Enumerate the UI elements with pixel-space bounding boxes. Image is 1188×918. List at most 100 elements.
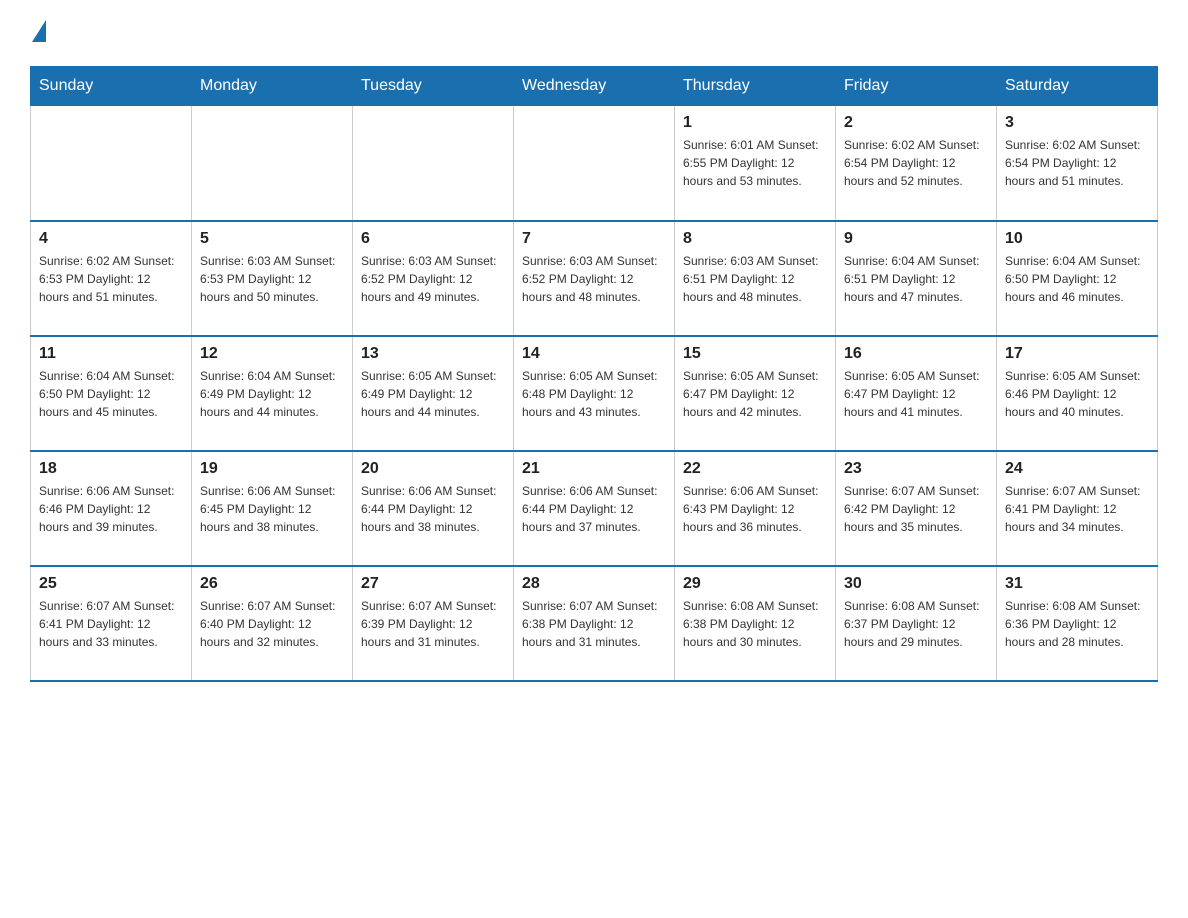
calendar-cell: 1Sunrise: 6:01 AM Sunset: 6:55 PM Daylig… <box>675 106 836 221</box>
calendar-table: SundayMondayTuesdayWednesdayThursdayFrid… <box>30 66 1158 682</box>
day-number: 17 <box>1005 345 1149 363</box>
day-info: Sunrise: 6:08 AM Sunset: 6:38 PM Dayligh… <box>683 597 827 651</box>
day-number: 31 <box>1005 575 1149 593</box>
day-number: 5 <box>200 230 344 248</box>
day-number: 7 <box>522 230 666 248</box>
calendar-cell <box>353 106 514 221</box>
day-info: Sunrise: 6:02 AM Sunset: 6:54 PM Dayligh… <box>1005 136 1149 190</box>
day-number: 28 <box>522 575 666 593</box>
day-info: Sunrise: 6:07 AM Sunset: 6:39 PM Dayligh… <box>361 597 505 651</box>
day-number: 10 <box>1005 230 1149 248</box>
header-day-monday: Monday <box>192 67 353 106</box>
day-info: Sunrise: 6:07 AM Sunset: 6:42 PM Dayligh… <box>844 482 988 536</box>
day-info: Sunrise: 6:06 AM Sunset: 6:44 PM Dayligh… <box>522 482 666 536</box>
day-info: Sunrise: 6:06 AM Sunset: 6:43 PM Dayligh… <box>683 482 827 536</box>
header-day-sunday: Sunday <box>31 67 192 106</box>
calendar-cell: 31 Sunrise: 6:08 AM Sunset: 6:36 PM Dayli… <box>997 566 1158 681</box>
day-number: 3 <box>1005 114 1149 132</box>
day-info: Sunrise: 6:04 AM Sunset: 6:50 PM Dayligh… <box>1005 252 1149 306</box>
header-day-thursday: Thursday <box>675 67 836 106</box>
calendar-cell: 9 Sunrise: 6:04 AM Sunset: 6:51 PM Daylig… <box>836 221 997 336</box>
day-number: 15 <box>683 345 827 363</box>
day-info: Sunrise: 6:02 AM Sunset: 6:54 PM Dayligh… <box>844 136 988 190</box>
calendar-body: 1Sunrise: 6:01 AM Sunset: 6:55 PM Daylig… <box>31 106 1158 681</box>
calendar-cell: 23 Sunrise: 6:07 AM Sunset: 6:42 PM Dayli… <box>836 451 997 566</box>
day-info: Sunrise: 6:07 AM Sunset: 6:41 PM Dayligh… <box>39 597 183 651</box>
day-number: 11 <box>39 345 183 363</box>
day-number: 14 <box>522 345 666 363</box>
week-row-5: 25 Sunrise: 6:07 AM Sunset: 6:41 PM Dayli… <box>31 566 1158 681</box>
calendar-cell: 2 Sunrise: 6:02 AM Sunset: 6:54 PM Daylig… <box>836 106 997 221</box>
day-info: Sunrise: 6:04 AM Sunset: 6:49 PM Dayligh… <box>200 367 344 421</box>
day-info: Sunrise: 6:07 AM Sunset: 6:40 PM Dayligh… <box>200 597 344 651</box>
day-info: Sunrise: 6:05 AM Sunset: 6:46 PM Dayligh… <box>1005 367 1149 421</box>
day-info: Sunrise: 6:08 AM Sunset: 6:37 PM Dayligh… <box>844 597 988 651</box>
header-day-tuesday: Tuesday <box>353 67 514 106</box>
calendar-cell: 4Sunrise: 6:02 AM Sunset: 6:53 PM Daylig… <box>31 221 192 336</box>
day-info: Sunrise: 6:03 AM Sunset: 6:51 PM Dayligh… <box>683 252 827 306</box>
day-number: 29 <box>683 575 827 593</box>
day-info: Sunrise: 6:06 AM Sunset: 6:46 PM Dayligh… <box>39 482 183 536</box>
day-info: Sunrise: 6:05 AM Sunset: 6:47 PM Dayligh… <box>683 367 827 421</box>
day-number: 30 <box>844 575 988 593</box>
calendar-cell: 5 Sunrise: 6:03 AM Sunset: 6:53 PM Daylig… <box>192 221 353 336</box>
calendar-cell: 30 Sunrise: 6:08 AM Sunset: 6:37 PM Dayli… <box>836 566 997 681</box>
calendar-cell: 3 Sunrise: 6:02 AM Sunset: 6:54 PM Daylig… <box>997 106 1158 221</box>
day-number: 8 <box>683 230 827 248</box>
day-number: 18 <box>39 460 183 478</box>
week-row-4: 18 Sunrise: 6:06 AM Sunset: 6:46 PM Dayli… <box>31 451 1158 566</box>
week-row-3: 11 Sunrise: 6:04 AM Sunset: 6:50 PM Dayli… <box>31 336 1158 451</box>
day-info: Sunrise: 6:01 AM Sunset: 6:55 PM Dayligh… <box>683 136 827 190</box>
day-info: Sunrise: 6:03 AM Sunset: 6:52 PM Dayligh… <box>361 252 505 306</box>
calendar-cell: 18 Sunrise: 6:06 AM Sunset: 6:46 PM Dayli… <box>31 451 192 566</box>
calendar-cell <box>514 106 675 221</box>
calendar-cell: 22Sunrise: 6:06 AM Sunset: 6:43 PM Dayli… <box>675 451 836 566</box>
header-day-saturday: Saturday <box>997 67 1158 106</box>
calendar-cell: 8 Sunrise: 6:03 AM Sunset: 6:51 PM Daylig… <box>675 221 836 336</box>
day-number: 9 <box>844 230 988 248</box>
page-header <box>30 20 1158 46</box>
logo <box>30 20 46 46</box>
day-info: Sunrise: 6:05 AM Sunset: 6:48 PM Dayligh… <box>522 367 666 421</box>
day-info: Sunrise: 6:06 AM Sunset: 6:44 PM Dayligh… <box>361 482 505 536</box>
calendar-cell: 20 Sunrise: 6:06 AM Sunset: 6:44 PM Dayli… <box>353 451 514 566</box>
calendar-cell: 13 Sunrise: 6:05 AM Sunset: 6:49 PM Dayli… <box>353 336 514 451</box>
day-info: Sunrise: 6:03 AM Sunset: 6:52 PM Dayligh… <box>522 252 666 306</box>
calendar-cell: 11 Sunrise: 6:04 AM Sunset: 6:50 PM Dayli… <box>31 336 192 451</box>
logo-triangle-icon <box>32 20 46 42</box>
calendar-cell: 25 Sunrise: 6:07 AM Sunset: 6:41 PM Dayli… <box>31 566 192 681</box>
day-number: 2 <box>844 114 988 132</box>
calendar-header: SundayMondayTuesdayWednesdayThursdayFrid… <box>31 67 1158 106</box>
calendar-cell: 7 Sunrise: 6:03 AM Sunset: 6:52 PM Daylig… <box>514 221 675 336</box>
header-row: SundayMondayTuesdayWednesdayThursdayFrid… <box>31 67 1158 106</box>
day-number: 6 <box>361 230 505 248</box>
day-info: Sunrise: 6:07 AM Sunset: 6:41 PM Dayligh… <box>1005 482 1149 536</box>
day-info: Sunrise: 6:05 AM Sunset: 6:49 PM Dayligh… <box>361 367 505 421</box>
day-number: 20 <box>361 460 505 478</box>
calendar-cell: 21 Sunrise: 6:06 AM Sunset: 6:44 PM Dayli… <box>514 451 675 566</box>
calendar-cell: 27Sunrise: 6:07 AM Sunset: 6:39 PM Dayli… <box>353 566 514 681</box>
day-info: Sunrise: 6:02 AM Sunset: 6:53 PM Dayligh… <box>39 252 183 306</box>
calendar-cell: 10 Sunrise: 6:04 AM Sunset: 6:50 PM Dayli… <box>997 221 1158 336</box>
day-number: 19 <box>200 460 344 478</box>
calendar-cell: 12Sunrise: 6:04 AM Sunset: 6:49 PM Dayli… <box>192 336 353 451</box>
day-number: 26 <box>200 575 344 593</box>
day-number: 25 <box>39 575 183 593</box>
day-info: Sunrise: 6:04 AM Sunset: 6:50 PM Dayligh… <box>39 367 183 421</box>
calendar-cell: 17 Sunrise: 6:05 AM Sunset: 6:46 PM Dayli… <box>997 336 1158 451</box>
day-number: 23 <box>844 460 988 478</box>
calendar-cell: 16Sunrise: 6:05 AM Sunset: 6:47 PM Dayli… <box>836 336 997 451</box>
calendar-cell <box>31 106 192 221</box>
calendar-cell: 28 Sunrise: 6:07 AM Sunset: 6:38 PM Dayli… <box>514 566 675 681</box>
day-info: Sunrise: 6:08 AM Sunset: 6:36 PM Dayligh… <box>1005 597 1149 651</box>
day-info: Sunrise: 6:04 AM Sunset: 6:51 PM Dayligh… <box>844 252 988 306</box>
day-number: 13 <box>361 345 505 363</box>
calendar-cell <box>192 106 353 221</box>
header-day-wednesday: Wednesday <box>514 67 675 106</box>
day-info: Sunrise: 6:07 AM Sunset: 6:38 PM Dayligh… <box>522 597 666 651</box>
day-number: 21 <box>522 460 666 478</box>
day-info: Sunrise: 6:03 AM Sunset: 6:53 PM Dayligh… <box>200 252 344 306</box>
calendar-cell: 15 Sunrise: 6:05 AM Sunset: 6:47 PM Dayli… <box>675 336 836 451</box>
calendar-cell: 26 Sunrise: 6:07 AM Sunset: 6:40 PM Dayli… <box>192 566 353 681</box>
calendar-cell: 19Sunrise: 6:06 AM Sunset: 6:45 PM Dayli… <box>192 451 353 566</box>
